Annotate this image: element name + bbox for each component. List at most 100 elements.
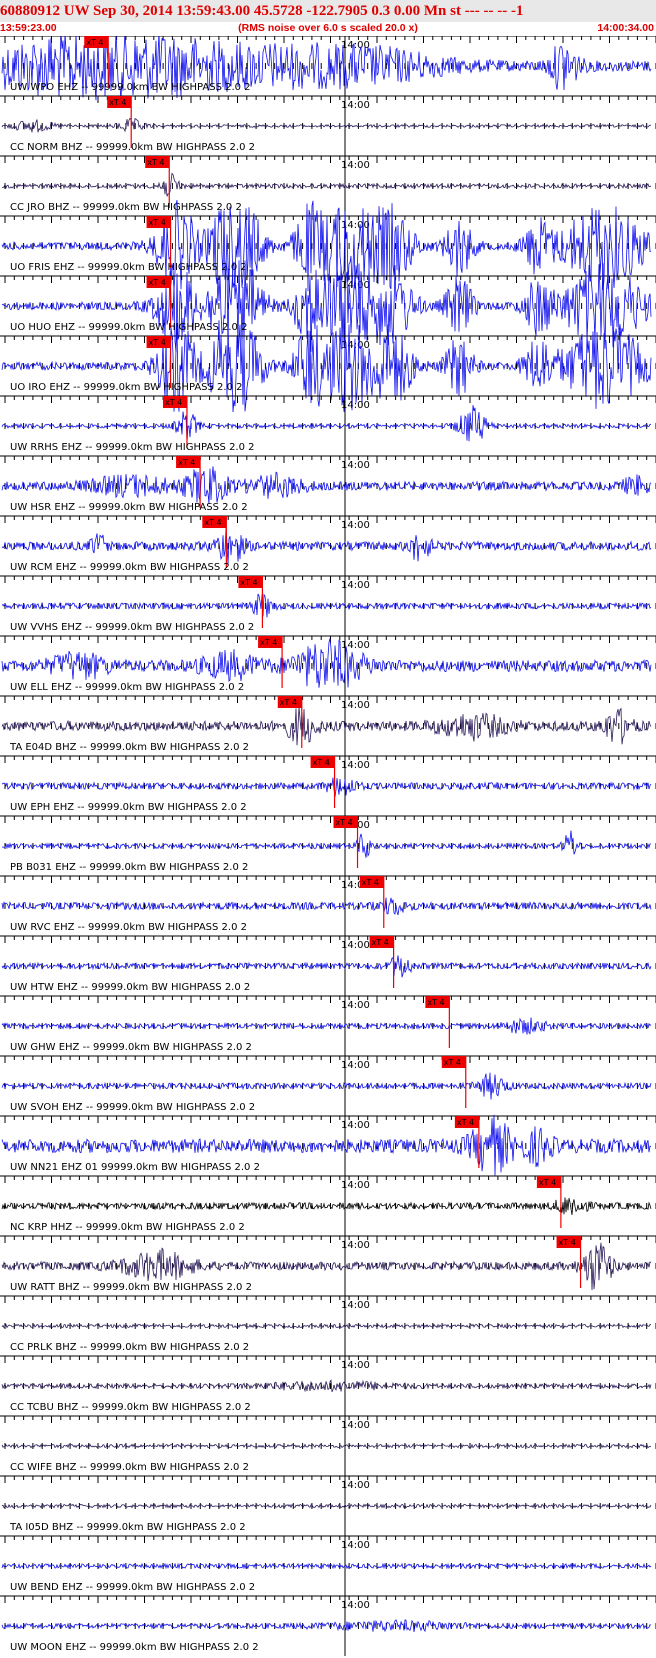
trace-row: 14:00xT 4UW RVC EHZ -- 99999.0km BW HIGH… — [0, 875, 656, 936]
trace-label: NC KRP HHZ -- 99999.0km BW HIGHPASS 2.0 … — [10, 1222, 245, 1233]
time-marker-label: 14:00 — [341, 1540, 370, 1551]
time-marker-label: 14:00 — [341, 760, 370, 771]
waveform — [1, 955, 652, 978]
time-marker-label: 14:00 — [341, 1480, 370, 1491]
waveform — [1, 1619, 652, 1633]
trace-label: CC WIFE BHZ -- 99999.0km BW HIGHPASS 2.0… — [10, 1462, 249, 1473]
trace-label: CC NORM BHZ -- 99999.0km BW HIGHPASS 2.0… — [10, 142, 255, 153]
pick-label: xT 4 — [149, 278, 166, 287]
trace-label: UW BEND EHZ -- 99999.0km BW HIGHPASS 2.0… — [10, 1582, 255, 1593]
pick-label: xT 4 — [204, 518, 221, 527]
pick-label: xT 4 — [336, 818, 353, 827]
time-marker-label: 14:00 — [341, 1000, 370, 1011]
trace-row: 14:00 TA I05D BHZ -- 99999.0km BW HIGHPAS… — [0, 1475, 656, 1536]
time-marker-label: 14:00 — [341, 400, 370, 411]
time-marker-label: 14:00 — [341, 100, 370, 111]
time-marker-label: 14:00 — [341, 1300, 370, 1311]
trace-label: UW VVHS EHZ -- 99999.0km BW HIGHPASS 2.0… — [10, 622, 254, 633]
trace-row: 14:00 xT 4 UW VVHS EHZ -- 99999.0km BW HIG… — [0, 575, 656, 636]
pick-label: xT 4 — [427, 998, 444, 1007]
noise-note: (RMS noise over 6.0 s scaled 20.0 x) — [238, 22, 418, 34]
pick-label: xT 4 — [165, 398, 182, 407]
trace-label: UW RVC EHZ -- 99999.0km BW HIGHPASS 2.0 … — [10, 922, 247, 933]
seismogram-page: 60880912 UW Sep 30, 2014 13:59:43.00 45.… — [0, 0, 656, 1658]
trace-label: UW GHW EHZ -- 99999.0km BW HIGHPASS 2.0 … — [10, 1042, 252, 1053]
time-marker-label: 14:00 — [341, 700, 370, 711]
time-marker-label: 14:00 — [341, 460, 370, 471]
pick-label: xT 4 — [109, 98, 126, 107]
time-marker-label: 14:00 — [341, 1600, 370, 1611]
time-marker-label: 14:00 — [341, 1360, 370, 1371]
end-time: 14:00:34.00 — [597, 22, 654, 34]
waveform — [1, 1197, 652, 1215]
trace-row: 14:00 xT 4 UW GHW EHZ -- 99999.0km BW HIGH… — [0, 995, 656, 1056]
trace-label: TA I05D BHZ -- 99999.0km BW HIGHPASS 2.0… — [9, 1522, 246, 1533]
pick-label: xT 4 — [559, 1238, 576, 1247]
pick-label: xT 4 — [313, 758, 330, 767]
trace-row: 14:00 xT 4 UW RCM EHZ -- 99999.0km BW HIGH… — [0, 515, 656, 576]
trace-row: 14:00xT 4UW WPO EHZ -- 99999.0km BW HIGH… — [0, 36, 656, 101]
trace-label: UW WPO EHZ -- 99999.0km BW HIGHPASS 2.0 … — [10, 82, 251, 93]
pick-label: xT 4 — [457, 1118, 474, 1127]
trace-label: UW MOON EHZ -- 99999.0km BW HIGHPASS 2.0… — [10, 1642, 259, 1653]
trace-label: UW ELL EHZ -- 99999.0km BW HIGHPASS 2.0 … — [10, 682, 244, 693]
trace-row: 14:00 xT 4 UW RRHS EHZ -- 99999.0km BW HIG… — [0, 395, 656, 456]
trace-label: UO FRIS EHZ -- 99999.0km BW HIGHPASS 2.0… — [10, 262, 247, 273]
pick-label: xT 4 — [280, 698, 297, 707]
trace-row: 14:00 xT 4 UW HSR EHZ -- 99999.0km BW HIGH… — [0, 455, 656, 516]
pick-label: xT 4 — [178, 458, 195, 467]
trace-label: UW RRHS EHZ -- 99999.0km BW HIGHPASS 2.0… — [10, 442, 255, 453]
waveform — [1, 172, 652, 197]
trace-label: UO IRO EHZ -- 99999.0km BW HIGHPASS 2.0 … — [10, 382, 243, 393]
event-title: 60880912 UW Sep 30, 2014 13:59:43.00 45.… — [0, 0, 656, 22]
time-marker-label: 14:00 — [341, 1180, 370, 1191]
trace-row: 14:00 xT 4 CC NORM BHZ -- 99999.0km BW HIG… — [0, 95, 656, 156]
pick-label: xT 4 — [149, 338, 166, 347]
pick-label: xT 4 — [240, 578, 257, 587]
seismogram-plot: 14:00xT 4UW WPO EHZ -- 99999.0km BW HIGH… — [0, 36, 656, 1656]
pick-label: xT 4 — [86, 38, 103, 47]
time-marker-label: 14:00 — [341, 1060, 370, 1071]
pick-label: xT 4 — [539, 1178, 556, 1187]
trace-label: TA E04D BHZ -- 99999.0km BW HIGHPASS 2.0… — [9, 742, 249, 753]
trace-row: 14:00 xT 4 UW NN21 EHZ 01 99999.0km BW HIG… — [0, 1114, 656, 1176]
pick-label: xT 4 — [444, 1058, 461, 1067]
trace-row: 14:00 CC WIFE BHZ -- 99999.0km BW HIGHPAS… — [0, 1415, 656, 1476]
trace-row: 14:00 xT 4 TA E04D BHZ -- 99999.0km BW HIG… — [0, 695, 656, 756]
trace-label: UW NN21 EHZ 01 99999.0km BW HIGHPASS 2.0… — [10, 1162, 260, 1173]
pick-label: xT 4 — [147, 158, 164, 167]
trace-label: CC TCBU BHZ -- 99999.0km BW HIGHPASS 2.0… — [10, 1402, 251, 1413]
trace-label: UO HUO EHZ -- 99999.0km BW HIGHPASS 2.0 … — [10, 322, 247, 333]
trace-label: UW HSR EHZ -- 99999.0km BW HIGHPASS 2.0 … — [10, 502, 248, 513]
trace-label: UW EPH EHZ -- 99999.0km BW HIGHPASS 2.0 … — [10, 802, 247, 813]
waveform — [1, 466, 652, 504]
pick-label: xT 4 — [372, 938, 389, 947]
trace-row: 14:00 xT 4 UW EPH EHZ -- 99999.0km BW HIGH… — [0, 755, 656, 816]
trace-label: UW HTW EHZ -- 99999.0km BW HIGHPASS 2.0 … — [10, 982, 250, 993]
trace-row: 14:00 UW BEND EHZ -- 99999.0km BW HIGHPAS… — [0, 1535, 656, 1596]
time-marker-label: 14:00 — [341, 160, 370, 171]
trace-row: 14:00 xT 4 UW HTW EHZ -- 99999.0km BW HIGH… — [0, 935, 656, 996]
trace-row: 14:00 CC TCBU BHZ -- 99999.0km BW HIGHPAS… — [0, 1355, 656, 1416]
time-marker-label: 14:00 — [341, 640, 370, 651]
waveform — [1, 706, 652, 746]
time-marker-label: 14:00 — [341, 1420, 370, 1431]
trace-row: 14:00 CC PRLK BHZ -- 99999.0km BW HIGHPAS… — [0, 1295, 656, 1356]
time-marker-label: 14:00 — [341, 1240, 370, 1251]
trace-label: CC JRO BHZ -- 99999.0km BW HIGHPASS 2.0 … — [10, 202, 242, 213]
trace-row: 14:00xT 4PB B031 EHZ -- 99999.0km BW HIG… — [0, 815, 656, 876]
pick-label: xT 4 — [149, 218, 166, 227]
trace-label: UW RCM EHZ -- 99999.0km BW HIGHPASS 2.0 … — [10, 562, 249, 573]
trace-row: 14:00 xT 4 NC KRP HHZ -- 99999.0km BW HIGH… — [0, 1175, 656, 1236]
trace-row: 14:00 UW MOON EHZ -- 99999.0km BW HIGHPAS… — [0, 1595, 656, 1656]
waveform — [1, 1072, 652, 1100]
trace-row: 14:00 xT 4 UW ELL EHZ -- 99999.0km BW HIGH… — [0, 635, 656, 696]
trace-row: 14:00 xT 4 UW RATT BHZ -- 99999.0km BW HIG… — [0, 1235, 656, 1296]
trace-row: 14:00 xT 4 CC JRO BHZ -- 99999.0km BW HIGH… — [0, 155, 656, 216]
trace-label: UW RATT BHZ -- 99999.0km BW HIGHPASS 2.0… — [10, 1282, 252, 1293]
trace-label: PB B031 EHZ -- 99999.0km BW HIGHPASS 2.0… — [10, 862, 248, 873]
time-marker-label: 14:00 — [341, 940, 370, 951]
time-marker-label: 14:00 — [341, 1120, 370, 1131]
trace-row: 14:00 xT 4 UW SVOH EHZ -- 99999.0km BW HIG… — [0, 1055, 656, 1116]
pick-label: xT 4 — [260, 638, 277, 647]
